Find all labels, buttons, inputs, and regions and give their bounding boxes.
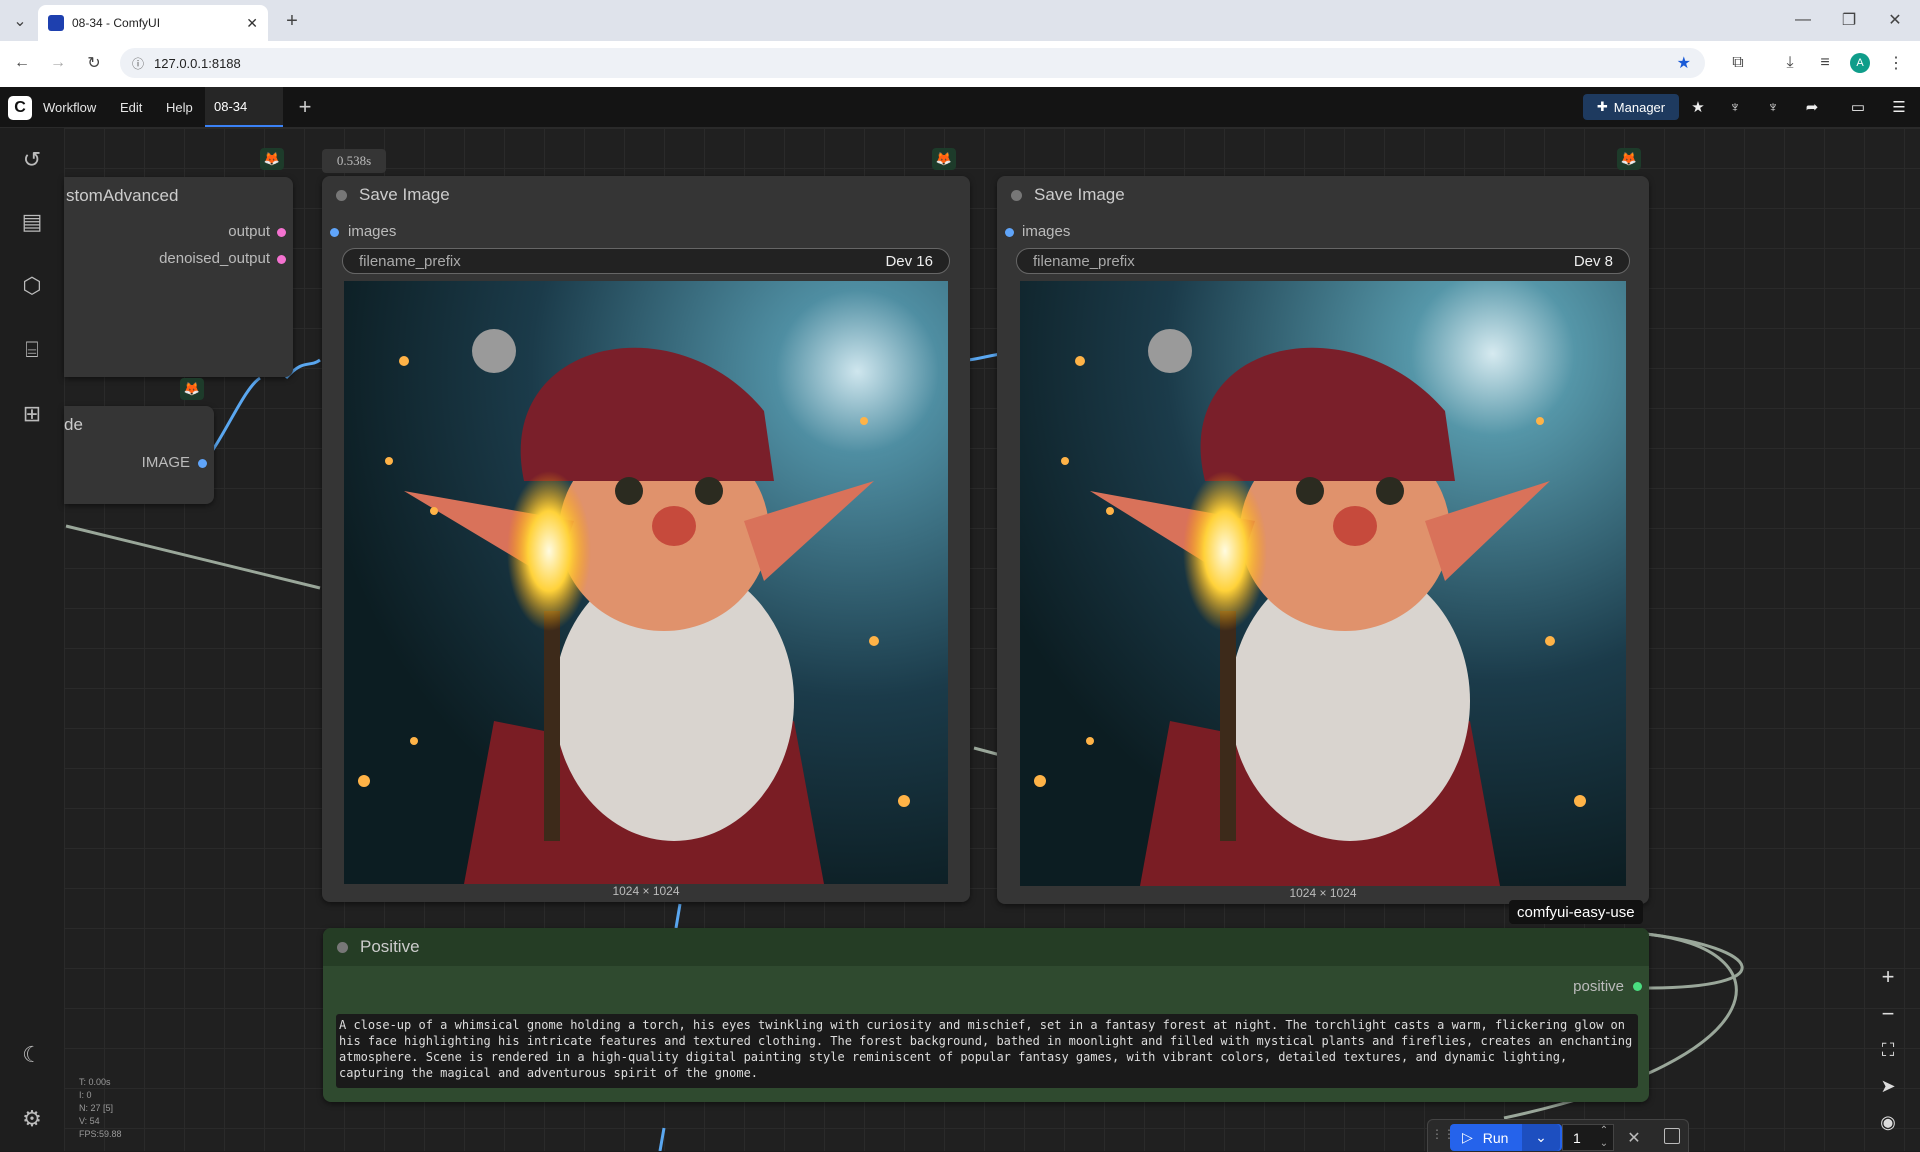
download-icon[interactable]: ⤓ — [1777, 50, 1803, 76]
theme-moon-icon[interactable]: ☾ — [12, 1035, 52, 1075]
prompt-textarea[interactable]: A close-up of a whimsical gnome holding … — [336, 1014, 1638, 1088]
node-title: stomAdvanced — [66, 186, 179, 205]
star-icon[interactable]: ★ — [1683, 94, 1713, 120]
workflow-tab[interactable]: 08-34 — [205, 87, 283, 127]
image-output-label: IMAGE — [141, 454, 190, 471]
model-library-icon[interactable]: ⬡ — [12, 266, 52, 306]
bookmark-star-icon[interactable]: ★ — [1677, 53, 1691, 73]
fox-badge-icon: 🦊 — [260, 148, 284, 170]
manager-label: Manager — [1613, 99, 1666, 115]
extensions-icon[interactable]: ⧉ — [1725, 50, 1751, 76]
filename-prefix-widget[interactable]: filename_prefix Dev 16 — [342, 248, 950, 274]
images-input-label: images — [348, 223, 397, 240]
menu-help[interactable]: Help — [166, 87, 193, 127]
zoom-in-icon[interactable]: + — [1873, 962, 1903, 992]
media-icon[interactable]: ≡ — [1812, 50, 1838, 76]
output-pin[interactable] — [277, 228, 286, 237]
reload-icon[interactable]: ↻ — [82, 50, 106, 76]
node-collapse-dot[interactable] — [1011, 189, 1022, 201]
tab-list-icon[interactable]: ⌄ — [8, 10, 32, 32]
fit-view-icon[interactable]: ⛶ — [1873, 1035, 1903, 1065]
image-size-label: 1024 × 1024 — [612, 884, 680, 898]
node-collapse-dot[interactable] — [337, 941, 348, 953]
canvas-stats: T: 0.00s I: 0 N: 27 [5] V: 54 FPS:59.88 — [79, 1076, 122, 1141]
cancel-queue-icon[interactable]: ✕ — [1622, 1126, 1646, 1150]
menu-workflow[interactable]: Workflow — [43, 87, 96, 127]
denoised-output-slot-label: denoised_output — [159, 250, 270, 267]
stat-line: T: 0.00s — [79, 1077, 111, 1087]
node-title: Save Image — [1034, 185, 1125, 204]
select-mode-icon[interactable]: ➤ — [1873, 1071, 1903, 1101]
browser-tab[interactable]: 08-34 - ComfyUI ✕ — [38, 5, 268, 41]
settings-gear-icon[interactable]: ⚙ — [12, 1099, 52, 1139]
stat-line: V: 54 — [79, 1116, 100, 1126]
fox-badge-icon: 🦊 — [932, 148, 956, 170]
toggle-links-icon[interactable]: ◉ — [1873, 1107, 1903, 1137]
workflows-folder-icon[interactable]: ⌸ — [12, 330, 52, 370]
image-output-pin[interactable] — [198, 459, 207, 468]
fox-badge-icon: 🦊 — [1617, 148, 1641, 170]
widget-label: filename_prefix — [1033, 252, 1135, 270]
comfyui-favicon-icon — [48, 15, 64, 31]
profile-avatar[interactable]: A — [1850, 53, 1870, 73]
node-library-icon[interactable]: ⊞ — [12, 394, 52, 434]
history-icon[interactable]: ↺ — [12, 140, 52, 180]
address-bar[interactable]: ⓘ 127.0.0.1:8188 ★ — [120, 48, 1705, 78]
denoised-output-pin[interactable] — [277, 255, 286, 264]
new-tab-icon[interactable]: + — [280, 10, 304, 32]
play-icon: ▷ — [1462, 1129, 1473, 1145]
model-icon[interactable]: ♆ — [1720, 94, 1750, 120]
minimize-icon[interactable]: — — [1790, 8, 1816, 32]
node-collapse-dot[interactable] — [336, 189, 347, 201]
stop-icon[interactable] — [1664, 1128, 1680, 1144]
batch-stepper-icon[interactable]: ⌃ ⌄ — [1595, 1124, 1613, 1151]
hamburger-menu-icon[interactable]: ☰ — [1884, 94, 1914, 120]
fox-badge-icon: 🦊 — [180, 378, 204, 400]
images-input-label: images — [1022, 223, 1071, 240]
queue-icon[interactable]: ▤ — [12, 202, 52, 242]
close-window-icon[interactable]: ✕ — [1882, 8, 1908, 32]
site-info-icon[interactable]: ⓘ — [132, 55, 144, 72]
add-workflow-tab-icon[interactable]: + — [293, 94, 317, 120]
back-icon[interactable]: ← — [10, 50, 34, 76]
output-slot-label: output — [228, 223, 270, 240]
images-input-pin[interactable] — [330, 228, 339, 237]
execution-time-badge: 0.538s — [322, 149, 386, 173]
run-options-chevron-icon[interactable]: ⌄ — [1522, 1124, 1560, 1151]
puzzle-icon: ✚ — [1596, 99, 1608, 114]
gnome-image-preview[interactable] — [1020, 281, 1626, 886]
manager-button[interactable]: ✚ Manager — [1583, 94, 1679, 120]
node-title: Save Image — [359, 185, 450, 204]
image-size-label: 1024 × 1024 — [1289, 886, 1357, 900]
url-text: 127.0.0.1:8188 — [154, 55, 241, 71]
model-alt-icon[interactable]: ♆ — [1758, 94, 1788, 120]
drag-handle-icon[interactable]: ⋮⋮ — [1431, 1127, 1455, 1147]
positive-output-pin[interactable] — [1633, 982, 1642, 991]
browser-menu-icon[interactable]: ⋮ — [1886, 50, 1906, 76]
browser-tab-title: 08-34 - ComfyUI — [72, 16, 161, 30]
share-icon[interactable]: ➦ — [1797, 94, 1827, 120]
comfyui-logo-icon[interactable]: C — [8, 96, 32, 120]
sampler-custom-advanced-node[interactable]: stomAdvanced — [64, 177, 293, 377]
zoom-out-icon[interactable]: − — [1873, 999, 1903, 1029]
restore-icon[interactable]: ❐ — [1836, 8, 1862, 32]
menu-edit[interactable]: Edit — [120, 87, 142, 127]
group-badge: comfyui-easy-use — [1509, 900, 1643, 924]
forward-icon[interactable]: → — [46, 50, 70, 76]
stat-line: N: 27 [5] — [79, 1103, 114, 1113]
images-input-pin[interactable] — [1005, 228, 1014, 237]
widget-value: Dev 16 — [885, 252, 933, 270]
node-title: de — [64, 415, 83, 434]
gnome-image-preview[interactable] — [344, 281, 948, 884]
stat-line: I: 0 — [79, 1090, 92, 1100]
widget-label: filename_prefix — [359, 252, 461, 270]
node-title: Positive — [360, 937, 420, 956]
filename-prefix-widget[interactable]: filename_prefix Dev 8 — [1016, 248, 1630, 274]
positive-output-label: positive — [1573, 978, 1624, 995]
toggle-panel-icon[interactable]: ▭ — [1843, 94, 1873, 120]
widget-value: Dev 8 — [1573, 252, 1613, 270]
close-tab-icon[interactable]: ✕ — [246, 15, 258, 32]
stat-line: FPS:59.88 — [79, 1129, 122, 1139]
run-label: Run — [1482, 1129, 1509, 1146]
